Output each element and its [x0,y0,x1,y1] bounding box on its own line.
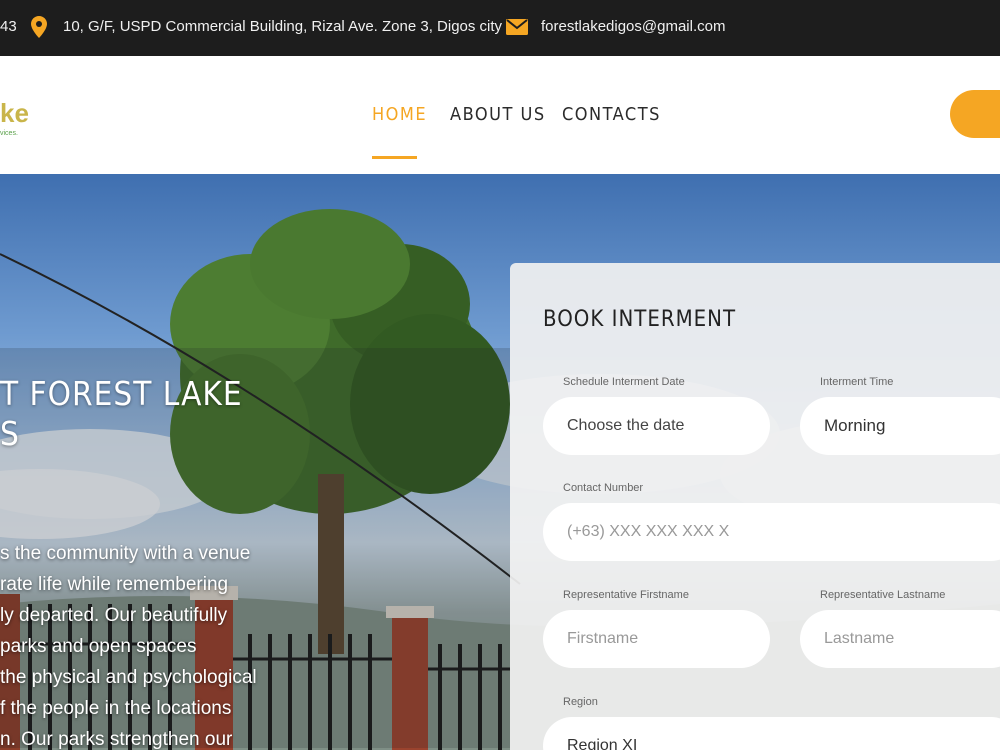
mail-icon [506,19,528,35]
booking-form-card: BOOK INTERMENT Schedule Interment Date C… [510,263,1000,750]
hero-text-line: rate life while remembering [0,574,229,595]
hero-text-line: s the community with a venue [0,543,251,564]
region-label: Region [563,696,598,708]
booking-form-title: BOOK INTERMENT [543,307,737,332]
logo-tagline: vices. [0,130,18,137]
hero-text-line: parks and open spaces [0,636,197,657]
hero-text-line: the physical and psychological [0,667,257,688]
email-link[interactable]: forestlakedigos@gmail.com [541,18,725,35]
phone-number[interactable]: 43 [0,18,17,35]
lastname-label: Representative Lastname [820,589,946,601]
hero-title-line: S [0,414,20,453]
firstname-label: Representative Firstname [563,589,689,601]
address-text: 10, G/F, USPD Commercial Building, Rizal… [63,18,503,35]
firstname-input[interactable]: Firstname [543,610,770,668]
nav-about-us[interactable]: ABOUT US [450,104,546,125]
logo[interactable]: ke [0,98,29,129]
hero-title-line: T FOREST LAKE [0,374,243,413]
site-header: ke vices. HOME ABOUT US CONTACTS [0,56,1000,174]
time-select-value: Morning [824,416,886,435]
lastname-input[interactable]: Lastname [800,610,1000,668]
region-select[interactable]: Region XI [543,717,1000,750]
time-select[interactable]: Morning [800,397,1000,455]
hero-description: s the community with a venue rate life w… [0,538,290,750]
nav-contacts[interactable]: CONTACTS [562,104,661,125]
contact-label: Contact Number [563,482,644,494]
date-input[interactable]: Choose the date [543,397,770,455]
nav-active-underline [372,156,417,159]
header-cta-button[interactable] [950,90,1000,138]
hero-text-line: n. Our parks strengthen our [0,729,233,750]
date-label: Schedule Interment Date [563,376,685,388]
hero-text-line: f the people in the locations [0,698,232,719]
hero-text-line: ly departed. Our beautifully [0,605,228,626]
nav-home[interactable]: HOME [372,104,427,125]
top-info-bar: 43 10, G/F, USPD Commercial Building, Ri… [0,0,1000,56]
contact-number-input[interactable]: (+63) XXX XXX XXX X [543,503,1000,561]
location-pin-icon [31,16,47,38]
time-label: Interment Time [820,376,894,388]
